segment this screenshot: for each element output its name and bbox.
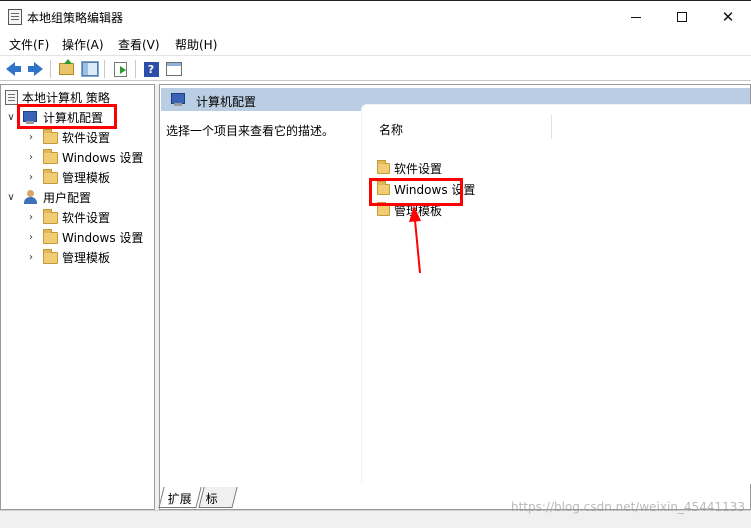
details-pane: 计算机配置 选择一个项目来查看它的描述。 名称 软件设置 Windows 设置 …	[159, 84, 751, 510]
forward-button[interactable]	[25, 59, 45, 79]
forward-arrow-icon	[27, 62, 43, 76]
annotation-arrow	[409, 206, 421, 274]
tree-item-label: 本地计算机 策略	[22, 90, 110, 105]
list-item-label: 软件设置	[394, 161, 443, 176]
properties-button[interactable]	[164, 59, 184, 79]
tree-item-label: 用户配置	[43, 190, 92, 205]
user-icon	[23, 189, 39, 205]
toolbar: ?	[0, 55, 751, 81]
tree-item-windows-settings[interactable]: › Windows 设置	[25, 227, 143, 247]
details-header-title: 计算机配置	[196, 95, 257, 109]
maximize-button[interactable]	[659, 1, 705, 33]
menu-file[interactable]: 文件(F)	[9, 36, 49, 53]
up-one-level-button[interactable]	[56, 59, 76, 79]
maximize-icon	[677, 12, 687, 22]
show-hide-tree-icon	[81, 61, 99, 77]
properties-icon	[166, 62, 182, 76]
column-header-name[interactable]: 名称	[379, 121, 403, 138]
up-folder-icon	[58, 59, 74, 75]
menu-help[interactable]: 帮助(H)	[175, 36, 217, 53]
folder-icon	[43, 168, 58, 184]
help-button[interactable]: ?	[141, 59, 161, 79]
tree-item-label: 软件设置	[62, 210, 111, 225]
tree-item-admin-templates[interactable]: › 管理模板	[25, 247, 110, 267]
back-arrow-icon	[5, 62, 21, 76]
export-list-button[interactable]	[110, 59, 130, 79]
folder-icon	[43, 228, 58, 244]
tree-item-label: Windows 设置	[62, 150, 144, 165]
policy-editor-icon	[8, 9, 22, 25]
folder-icon	[43, 148, 58, 164]
tree-item-label: 管理模板	[62, 170, 111, 185]
arrow-head	[409, 206, 421, 222]
chevron-right-icon[interactable]: ›	[25, 252, 37, 263]
chevron-right-icon[interactable]: ›	[25, 152, 37, 163]
chevron-right-icon[interactable]: ›	[25, 212, 37, 223]
tree-item-user-config[interactable]: ∨ 用户配置	[5, 187, 91, 207]
window-title: 本地组策略编辑器	[27, 11, 124, 25]
tree-item-label: 管理模板	[62, 250, 111, 265]
close-button[interactable]: ✕	[705, 1, 751, 33]
computer-icon	[171, 93, 187, 106]
title-bar: 本地组策略编辑器 ✕	[0, 0, 751, 32]
menu-action[interactable]: 操作(A)	[62, 36, 104, 53]
tab-extended[interactable]: 扩展	[158, 487, 202, 508]
chevron-down-icon[interactable]: ∨	[5, 192, 17, 203]
arrow-shaft	[414, 219, 421, 274]
tree-item-software-settings[interactable]: › 软件设置	[25, 207, 110, 227]
item-list: 名称 软件设置 Windows 设置 管理模板	[361, 104, 751, 484]
minimize-icon	[631, 16, 641, 18]
tree-item-admin-templates[interactable]: › 管理模板	[25, 167, 110, 187]
minimize-button[interactable]	[613, 1, 659, 33]
chevron-right-icon[interactable]: ›	[25, 172, 37, 183]
description-text: 选择一个项目来查看它的描述。	[166, 124, 335, 138]
tree-item-label: Windows 设置	[62, 230, 144, 245]
column-divider[interactable]	[551, 115, 552, 139]
toolbar-separator	[135, 60, 136, 78]
tab-standard[interactable]: 标准	[198, 487, 238, 523]
back-button[interactable]	[3, 59, 23, 79]
view-tabs: 扩展 标准	[158, 487, 499, 523]
folder-icon	[377, 202, 390, 216]
list-item-software-settings[interactable]: 软件设置	[377, 158, 442, 178]
toolbar-separator	[50, 60, 51, 78]
menu-bar: 文件(F) 操作(A) 查看(V) 帮助(H)	[0, 32, 751, 55]
folder-icon	[43, 128, 58, 144]
policy-icon	[5, 89, 18, 105]
tree-item-windows-settings[interactable]: › Windows 设置	[25, 147, 143, 167]
export-list-icon	[113, 61, 127, 77]
chevron-right-icon[interactable]: ›	[25, 232, 37, 243]
help-icon: ?	[143, 61, 159, 77]
chevron-down-icon[interactable]: ∨	[5, 112, 17, 123]
tab-label: 扩展	[167, 492, 192, 506]
folder-icon	[43, 248, 58, 264]
show-hide-tree-button[interactable]	[80, 59, 100, 79]
tree-item-label: 软件设置	[62, 130, 111, 145]
watermark: https://blog.csdn.net/weixin_45441133	[510, 500, 745, 514]
highlight-box-computer-config	[17, 104, 117, 129]
toolbar-separator	[104, 60, 105, 78]
console-tree: 本地计算机 策略 ∨ 计算机配置 › 软件设置 › Windows 设置 › 管…	[0, 84, 155, 510]
folder-icon	[43, 208, 58, 224]
chevron-right-icon[interactable]: ›	[25, 132, 37, 143]
menu-view[interactable]: 查看(V)	[118, 36, 160, 53]
tree-item-software-settings[interactable]: › 软件设置	[25, 127, 110, 147]
folder-icon	[377, 160, 390, 174]
